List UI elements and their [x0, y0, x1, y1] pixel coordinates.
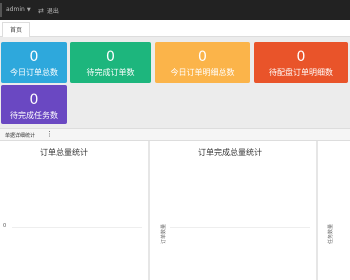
- y-axis-tick: 0: [3, 223, 7, 229]
- username: admin: [6, 6, 25, 13]
- column-divider: [316, 141, 318, 280]
- stat-label: 今日订单明细总数: [170, 68, 235, 77]
- y-axis-label: 任务数量: [328, 223, 334, 244]
- stat-label: 今日订单总数: [10, 68, 58, 77]
- navbar-divider: [0, 3, 2, 17]
- chart-title-completed-orders: 订单完成总量统计: [198, 148, 262, 157]
- stat-value: 0: [198, 49, 207, 65]
- column-divider: [148, 141, 150, 280]
- stat-label: 待配盘订单明细数: [269, 68, 333, 77]
- stat-label: 待完成任务数: [10, 111, 58, 120]
- section-header: 单据详细统计 ⋮: [0, 128, 350, 141]
- stat-value: 0: [29, 92, 39, 108]
- logout-label: 退出: [46, 8, 59, 15]
- caret-down-icon: ▼: [26, 6, 31, 13]
- stat-card-today-details[interactable]: 0 今日订单明细总数: [155, 42, 250, 83]
- stat-value: 0: [29, 49, 39, 65]
- chart-title-orders: 订单总量统计: [40, 148, 88, 157]
- logout-icon: ⇄: [38, 6, 44, 15]
- y-axis-label: 订单数量: [161, 223, 167, 244]
- section-title: 单据详细统计: [5, 133, 36, 139]
- axis-line: [12, 227, 142, 228]
- axis-line: [170, 227, 310, 228]
- stat-card-pending-tray[interactable]: 0 待配盘订单明细数: [254, 42, 348, 83]
- stat-card-pending-tasks[interactable]: 0 待完成任务数: [1, 85, 67, 124]
- logout-button[interactable]: ⇄ 退出: [38, 6, 59, 16]
- tab-bar: 首页: [0, 20, 350, 37]
- stat-value: 0: [296, 49, 306, 65]
- stat-card-pending-orders[interactable]: 0 待完成订单数: [70, 42, 151, 83]
- charts-panel: 订单总量统计 0 订单完成总量统计 订单数量 任务数量: [0, 141, 350, 280]
- user-menu[interactable]: admin ▼: [6, 6, 31, 13]
- tab-home[interactable]: 首页: [2, 22, 31, 37]
- stat-card-today-orders[interactable]: 0 今日订单总数: [1, 42, 67, 83]
- top-navbar: admin ▼ ⇄ 退出: [0, 0, 350, 20]
- kebab-icon[interactable]: ⋮: [46, 130, 53, 138]
- stat-label: 待完成订单数: [86, 68, 135, 77]
- stat-value: 0: [106, 49, 115, 65]
